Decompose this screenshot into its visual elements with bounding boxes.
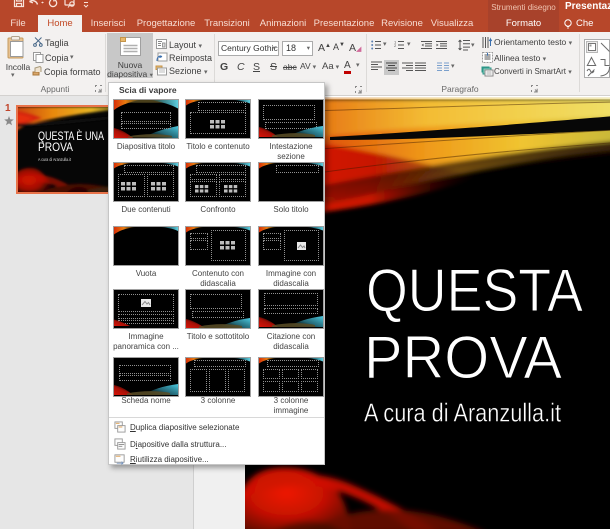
svg-text:A cura di Aranzulla.it: A cura di Aranzulla.it: [38, 157, 72, 162]
svg-text:PROVA: PROVA: [364, 324, 562, 391]
svg-text:QUESTA: QUESTA: [366, 257, 583, 324]
svg-text:A cura di Aranzulla.it: A cura di Aranzulla.it: [364, 398, 562, 428]
svg-text:PROVA: PROVA: [38, 142, 73, 154]
svg-text:2: 2: [394, 43, 397, 48]
